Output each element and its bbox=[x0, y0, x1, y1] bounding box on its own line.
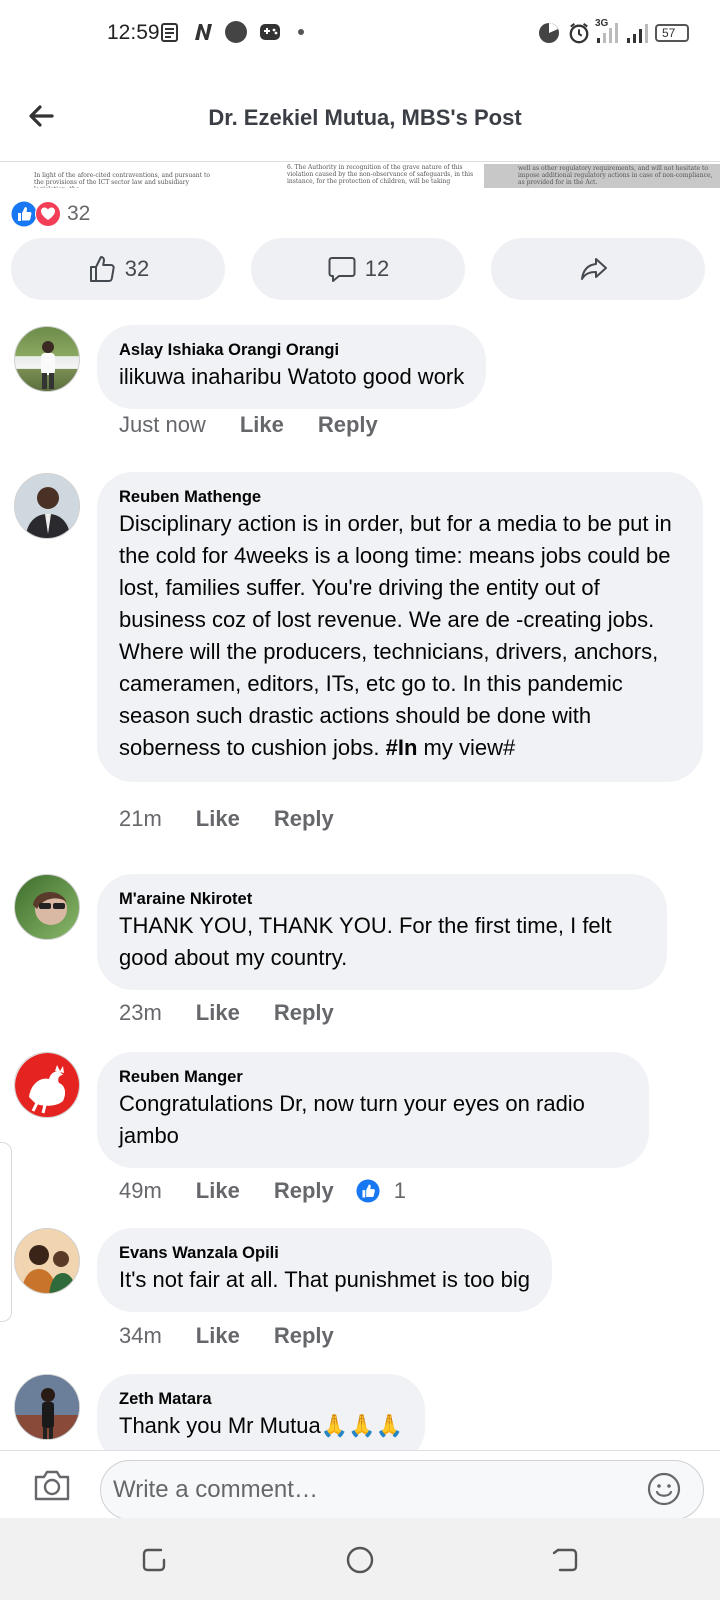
comment-input[interactable] bbox=[100, 1460, 704, 1520]
avatar[interactable] bbox=[14, 473, 80, 539]
comment-text: It's not fair at all. That punishmet is … bbox=[119, 1267, 531, 1292]
comment-text: Thank you Mr Mutua🙏🙏🙏 bbox=[119, 1413, 403, 1438]
document-fragment-right: well as other regulatory requirements, a… bbox=[484, 164, 720, 188]
comment-author[interactable]: Aslay Ishiaka Orangi Orangi bbox=[119, 339, 464, 361]
smiley-icon[interactable] bbox=[646, 1471, 682, 1507]
comment-meta: Just now Like Reply bbox=[119, 412, 412, 438]
avatar[interactable] bbox=[14, 326, 80, 392]
gamepad-icon bbox=[260, 24, 280, 40]
comment-text: Disciplinary action is in order, but for… bbox=[119, 508, 681, 764]
comment-reply-button[interactable]: Reply bbox=[274, 1000, 334, 1026]
comment-bubble[interactable]: Reuben Manger Congratulations Dr, now tu… bbox=[97, 1052, 649, 1168]
love-reaction-icon bbox=[35, 201, 61, 227]
comment-like-button[interactable]: Like bbox=[196, 1323, 240, 1349]
comment-composer bbox=[0, 1450, 720, 1520]
back-nav-icon[interactable] bbox=[548, 1542, 584, 1578]
camera-icon[interactable] bbox=[32, 1465, 72, 1505]
comment-meta: 34m Like Reply bbox=[119, 1323, 368, 1349]
like-reaction-icon bbox=[356, 1179, 380, 1203]
alarm-icon bbox=[569, 23, 589, 44]
notes-icon bbox=[161, 23, 178, 42]
more-notifications-dot bbox=[298, 29, 304, 35]
recent-apps-icon[interactable] bbox=[136, 1542, 172, 1578]
comment-body-tail: my view# bbox=[417, 735, 516, 760]
comment-bubble[interactable]: Reuben Mathenge Disciplinary action is i… bbox=[97, 472, 703, 782]
data-saver-icon bbox=[539, 23, 559, 43]
like-button[interactable]: 32 bbox=[11, 238, 225, 300]
share-arrow-icon bbox=[581, 258, 607, 280]
comment-bubble[interactable]: M'araine Nkirotet THANK YOU, THANK YOU. … bbox=[97, 874, 667, 990]
status-time: 12:59 bbox=[107, 21, 160, 44]
comment-time[interactable]: 21m bbox=[119, 806, 162, 832]
speech-bubble-icon bbox=[328, 257, 356, 282]
comment-reply-button[interactable]: Reply bbox=[274, 1178, 334, 1204]
thumbs-up-icon bbox=[89, 256, 115, 282]
avatar-person-graphic bbox=[15, 1375, 79, 1439]
comment-button[interactable]: 12 bbox=[251, 238, 465, 300]
comment-bubble[interactable]: Aslay Ishiaka Orangi Orangi ilikuwa inah… bbox=[97, 325, 487, 409]
page-title: Dr. Ezekiel Mutua, MBS's Post bbox=[208, 105, 522, 130]
signal-3g: 3G bbox=[595, 18, 625, 44]
post-header: Dr. Ezekiel Mutua, MBS's Post bbox=[0, 70, 720, 162]
comment-count: 12 bbox=[364, 256, 390, 281]
document-fragment-left: In light of the afore-cited contraventio… bbox=[34, 172, 211, 188]
comment-item: Zeth Matara Thank you Mr Mutua🙏🙏🙏 bbox=[0, 1374, 720, 1450]
avatar-person-graphic bbox=[15, 1229, 79, 1293]
status-bar: 12:59 3G 57 bbox=[0, 0, 720, 70]
comment-author[interactable]: Reuben Manger bbox=[119, 1066, 627, 1088]
comment-time[interactable]: 23m bbox=[119, 1000, 162, 1026]
document-fragment-middle: 6. The Authority in recognition of the g… bbox=[287, 164, 474, 185]
home-icon[interactable] bbox=[342, 1542, 378, 1578]
avatar-person-graphic bbox=[41, 341, 55, 389]
comment-text: THANK YOU, THANK YOU. For the first time… bbox=[119, 913, 612, 970]
reaction-count: 32 bbox=[67, 202, 91, 225]
avatar-person-graphic bbox=[15, 474, 79, 538]
comment-meta: 21m Like Reply bbox=[119, 806, 368, 832]
comment-reply-button[interactable]: Reply bbox=[274, 806, 334, 832]
comment-author[interactable]: M'araine Nkirotet bbox=[119, 888, 645, 910]
comment-text: Congratulations Dr, now turn your eyes o… bbox=[119, 1091, 585, 1148]
battery-icon: 57 bbox=[655, 24, 689, 42]
comment-text: ilikuwa inaharibu Watoto good work bbox=[119, 364, 465, 389]
like-reaction-icon bbox=[11, 201, 37, 227]
circle-app-icon bbox=[225, 21, 247, 43]
system-navigation-bar bbox=[0, 1518, 720, 1600]
comment-author[interactable]: Evans Wanzala Opili bbox=[119, 1242, 530, 1264]
rooster-logo-icon bbox=[15, 1053, 79, 1117]
edge-panel-handle[interactable] bbox=[0, 1142, 12, 1322]
avatar[interactable] bbox=[14, 874, 80, 940]
hashtag-link[interactable]: #In bbox=[386, 735, 418, 760]
comment-time[interactable]: 34m bbox=[119, 1323, 162, 1349]
n-app-icon bbox=[195, 24, 212, 40]
signal-bars-icon bbox=[597, 23, 618, 43]
comment-like-button[interactable]: Like bbox=[240, 412, 284, 438]
comment-time[interactable]: 49m bbox=[119, 1178, 162, 1204]
comment-author[interactable]: Reuben Mathenge bbox=[119, 486, 681, 508]
avatar-person-graphic bbox=[33, 891, 67, 925]
comment-meta: 23m Like Reply bbox=[119, 1000, 368, 1026]
comment-body: Disciplinary action is in order, but for… bbox=[119, 511, 672, 760]
share-button[interactable] bbox=[491, 238, 705, 300]
avatar[interactable] bbox=[14, 1374, 80, 1440]
comment-reply-button[interactable]: Reply bbox=[274, 1323, 334, 1349]
comment-reply-button[interactable]: Reply bbox=[318, 412, 378, 438]
comment-meta: 49m Like Reply 1 bbox=[119, 1178, 406, 1204]
comment-like-button[interactable]: Like bbox=[196, 1178, 240, 1204]
comment-bubble[interactable]: Evans Wanzala Opili It's not fair at all… bbox=[97, 1228, 553, 1312]
comment-like-button[interactable]: Like bbox=[196, 806, 240, 832]
reaction-summary[interactable]: 32 bbox=[11, 200, 90, 228]
post-image-strip[interactable]: In light of the afore-cited contraventio… bbox=[0, 162, 720, 188]
avatar[interactable] bbox=[14, 1228, 80, 1294]
avatar[interactable] bbox=[14, 1052, 80, 1118]
signal-bars-2-icon bbox=[627, 24, 648, 43]
comment-reaction-count: 1 bbox=[393, 1178, 406, 1203]
comment-like-button[interactable]: Like bbox=[196, 1000, 240, 1026]
battery-level: 57 bbox=[662, 26, 676, 40]
comment-bubble[interactable]: Zeth Matara Thank you Mr Mutua🙏🙏🙏 bbox=[97, 1374, 425, 1450]
comment-reactions[interactable]: 1 bbox=[356, 1178, 406, 1204]
like-count: 32 bbox=[124, 256, 150, 281]
comment-author[interactable]: Zeth Matara bbox=[119, 1388, 403, 1410]
comment-time[interactable]: Just now bbox=[119, 412, 206, 438]
